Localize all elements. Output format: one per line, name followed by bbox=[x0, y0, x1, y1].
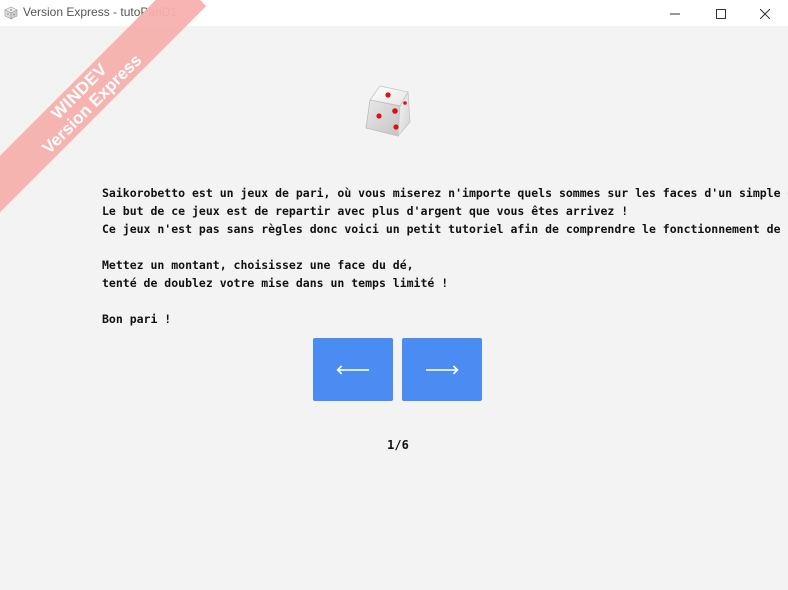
close-icon bbox=[759, 4, 771, 23]
arrow-left-icon: 🡐 bbox=[335, 362, 371, 378]
title-bar[interactable]: Version Express - tutoPariD1 bbox=[0, 0, 788, 26]
text-line: Saikorobetto est un jeux de pari, où vou… bbox=[102, 186, 788, 200]
text-line: Ce jeux n'est pas sans règles donc voici… bbox=[102, 222, 788, 236]
maximize-icon bbox=[716, 4, 726, 23]
text-line: Le but de ce jeux est de repartir avec p… bbox=[102, 204, 629, 218]
next-button[interactable]: 🡒 bbox=[402, 338, 482, 401]
maximize-button[interactable] bbox=[698, 0, 744, 26]
dice-icon bbox=[4, 5, 18, 20]
minimize-button[interactable] bbox=[652, 0, 698, 26]
text-line: Bon pari ! bbox=[102, 312, 172, 326]
arrow-right-icon: 🡒 bbox=[424, 362, 460, 378]
text-line: Mettez un montant, choisissez une face d… bbox=[102, 258, 414, 272]
text-line: tenté de doublez votre mise dans un temp… bbox=[102, 276, 449, 290]
page-indicator: 1/6 bbox=[387, 438, 409, 452]
tutorial-window: Version Express - tutoPariD1 WINDEV Vers… bbox=[0, 0, 788, 590]
dice-icon bbox=[358, 80, 420, 142]
tutorial-text: Saikorobetto est un jeux de pari, où vou… bbox=[102, 184, 788, 328]
minimize-icon bbox=[670, 4, 680, 23]
previous-button[interactable]: 🡐 bbox=[313, 338, 393, 401]
close-button[interactable] bbox=[742, 0, 788, 26]
